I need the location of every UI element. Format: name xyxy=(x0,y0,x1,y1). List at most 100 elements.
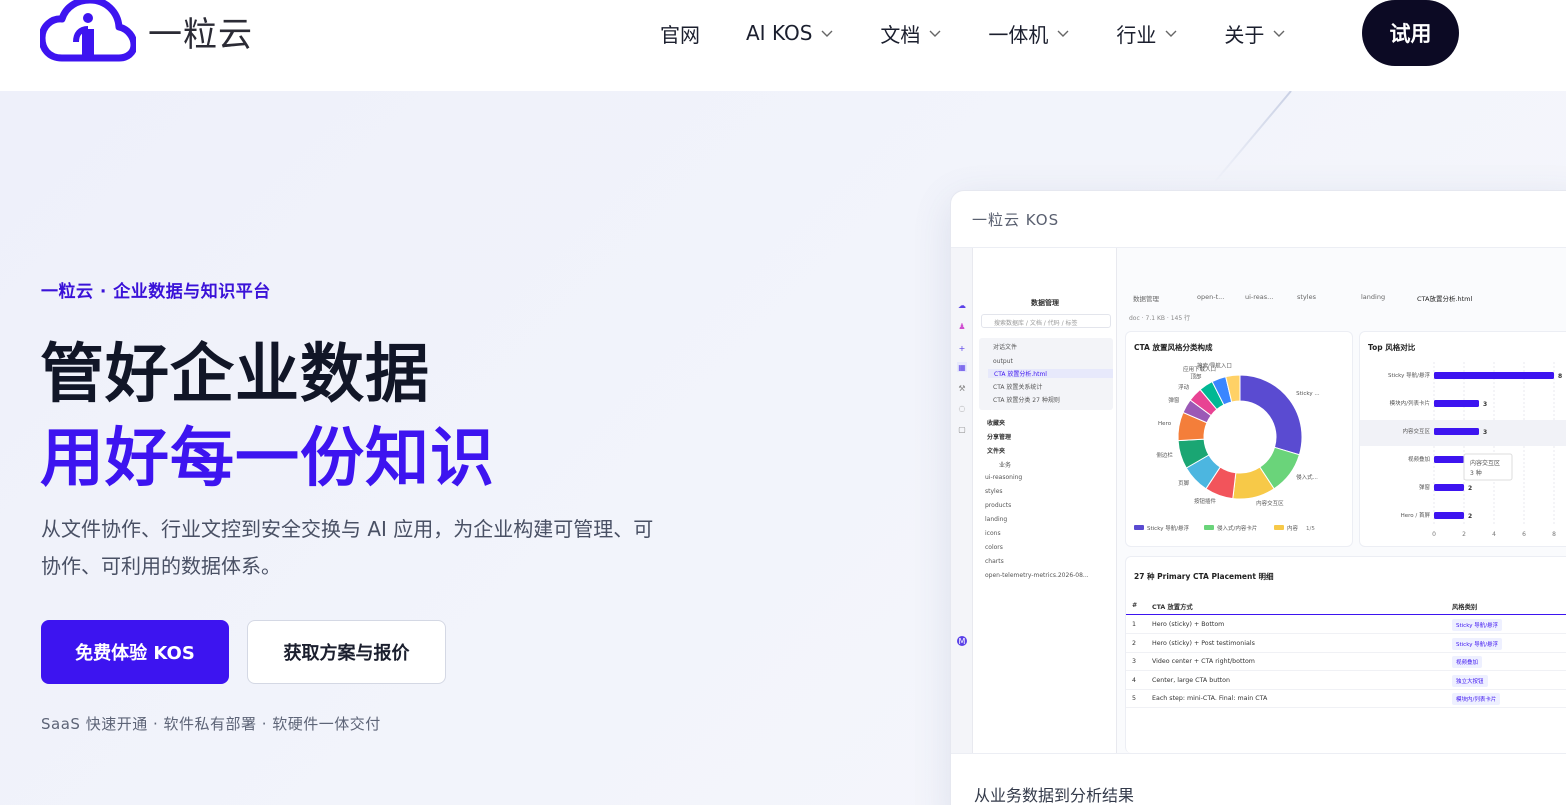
legend-swatch xyxy=(1204,525,1214,530)
tab-1[interactable]: open-t... xyxy=(1197,293,1224,301)
tool-icon[interactable]: ⚒ xyxy=(957,383,967,393)
donut-slice-label: 侧边栏 xyxy=(1156,451,1173,459)
table-cell: Hero (sticky) + Bottom xyxy=(1152,621,1225,628)
bar[interactable] xyxy=(1434,456,1464,463)
bar[interactable] xyxy=(1434,400,1479,407)
nav-item-0[interactable]: 官网 xyxy=(660,19,700,48)
nav-item-label: 文档 xyxy=(880,22,921,47)
get-quote-button[interactable]: 获取方案与报价 xyxy=(247,620,446,684)
table-cell: 1 xyxy=(1132,621,1137,628)
table-header-cell: 风格类别 xyxy=(1452,604,1478,611)
tab-5[interactable]: CTA放置分析.html xyxy=(1417,293,1472,303)
try-button[interactable]: 试用 xyxy=(1362,0,1459,66)
tree-item-selected[interactable]: CTA 放置分析.html xyxy=(988,369,1113,378)
cloud-logo-icon xyxy=(40,0,136,62)
table-cell: Hero (sticky) + Post testimonials xyxy=(1152,639,1255,647)
table-header-cell: # xyxy=(1132,602,1138,609)
folder-item[interactable]: styles xyxy=(985,488,1003,495)
conversation-files-group: 对话文件 output CTA 放置分析.html CTA 放置关系统计 CTA… xyxy=(979,338,1113,410)
donut-slice-label: 弹窗 xyxy=(1168,396,1180,404)
table-header-cell: CTA 放置方式 xyxy=(1152,604,1193,611)
avatar[interactable]: M xyxy=(957,636,967,646)
tree-item[interactable]: CTA 放置关系统计 xyxy=(993,382,1042,391)
chevron-down-icon xyxy=(929,30,941,37)
bar[interactable] xyxy=(1434,484,1464,491)
hero-title-line1: 管好企业数据 xyxy=(40,338,430,412)
tab-4[interactable]: landing xyxy=(1361,293,1385,301)
table-cell: Center, large CTA button xyxy=(1152,676,1230,684)
folder-item[interactable]: 业务 xyxy=(999,460,1011,469)
nav-item-label: 关于 xyxy=(1224,22,1265,47)
nav-item-4[interactable]: 行业 xyxy=(1116,19,1178,48)
group-label: 对话文件 xyxy=(993,344,1018,351)
folder-item[interactable]: colors xyxy=(985,544,1003,551)
folder-item[interactable]: ui-reasoning xyxy=(985,474,1022,481)
folder-item[interactable]: open-telemetry-metrics.2026-08... xyxy=(985,572,1089,579)
hero-section: 一粒云 · 企业数据与知识平台 管好企业数据 用好每一份知识 从文件协作、行业文… xyxy=(0,91,1566,805)
bar[interactable] xyxy=(1434,428,1479,435)
x-tick-label: 8 xyxy=(1552,531,1556,538)
folder-item[interactable]: products xyxy=(985,502,1011,509)
tree-item[interactable]: output xyxy=(993,358,1013,365)
nav-item-3[interactable]: 一体机 xyxy=(988,19,1070,48)
product-preview-card: 一粒云 KOS ☁ ♟ + ▦ ⚒ ◌ ▢ M 数据管理 搜索数据库 / 文档 … xyxy=(950,190,1566,805)
nav-item-1[interactable]: AI KOS xyxy=(746,21,834,45)
tab-3[interactable]: styles xyxy=(1297,293,1316,301)
donut-slice-label: 页脚 xyxy=(1178,479,1190,487)
tooltip-title: 内容交互区 xyxy=(1470,459,1500,467)
tab-2[interactable]: ui-reas... xyxy=(1245,293,1273,301)
favorites-group[interactable]: 收藏夹 xyxy=(987,418,1005,427)
nav-item-5[interactable]: 关于 xyxy=(1224,19,1286,48)
hero-title-line2: 用好每一份知识 xyxy=(40,422,495,496)
bar[interactable] xyxy=(1434,512,1464,519)
table-title: 27 种 Primary CTA Placement 明细 xyxy=(1134,572,1274,581)
donut-chart-card: CTA 放置风格分类构成 Sticky ... 侵入式... 内容交互区 按钮插件 页脚… xyxy=(1125,331,1353,547)
table-cell: 2 xyxy=(1132,639,1137,647)
legend-label: 侵入式/内容卡片 xyxy=(1217,524,1257,532)
hero-eyebrow: 一粒云 · 企业数据与知识平台 xyxy=(41,282,271,302)
donut-slice-label: 按钮插件 xyxy=(1194,497,1217,505)
chevron-down-icon xyxy=(821,30,833,37)
bar-value-label: 3 xyxy=(1483,401,1487,408)
legend-pager[interactable]: 1/5 xyxy=(1306,526,1315,532)
file-info-text: doc · 7.1 KB · 145 行 xyxy=(1129,315,1191,322)
bar-chart-card: Top 风格对比 0 2 4 6 8 Sticky 导航/悬浮 8 模块内/列表卡片 3 内容交互… xyxy=(1359,331,1566,547)
panel-search-input[interactable]: 搜索数据库 / 文档 / 代码 / 标签 xyxy=(981,314,1111,328)
folder-item[interactable]: icons xyxy=(985,530,1001,537)
brand-logo[interactable]: 一粒云 xyxy=(40,0,253,64)
top-navbar: 一粒云 官网 AI KOS 文档 一体机 行业 关于 试用 xyxy=(0,0,1566,91)
y-category-label: 视频叠加 xyxy=(1408,455,1430,463)
donut-chart: Sticky ... 侵入式... 内容交互区 按钮插件 页脚 侧边栏 Hero 弹窗 浮动顶部… xyxy=(1134,361,1320,532)
tab-0[interactable]: 数据管理 xyxy=(1133,293,1159,303)
plus-icon[interactable]: + xyxy=(957,343,967,353)
donut-slice[interactable] xyxy=(1239,374,1303,456)
bar-value-label: 2 xyxy=(1468,485,1472,492)
bar[interactable] xyxy=(1434,372,1554,379)
folder-item[interactable]: landing xyxy=(985,516,1007,523)
style-tag: 独立大按钮 xyxy=(1452,674,1488,687)
nav-item-2[interactable]: 文档 xyxy=(880,19,942,48)
donut-slice-label: Sticky ... xyxy=(1296,391,1320,397)
decorative-line xyxy=(1213,91,1292,184)
user-icon[interactable]: ♟ xyxy=(957,321,967,331)
legend-label: 内容 xyxy=(1287,524,1299,532)
bulb-icon[interactable]: ◌ xyxy=(957,403,967,413)
chat-icon[interactable]: ▢ xyxy=(957,424,967,434)
main-content: 数据管理 open-t... ui-reas... styles landing CTA放… xyxy=(1117,248,1566,753)
share-group[interactable]: 分享管理 xyxy=(987,432,1011,441)
folder-item[interactable]: charts xyxy=(985,558,1004,565)
tree-item[interactable]: CTA 放置分类 27 种规则 xyxy=(993,395,1060,404)
table-row: 1 Hero (sticky) + Bottom Sticky 导航/悬浮 xyxy=(1126,616,1566,634)
hero-description: 从文件协作、行业文控到安全交换与 AI 应用，为企业构建可管理、可协作、可利用的… xyxy=(41,517,654,578)
free-trial-button[interactable]: 免费体验 KOS xyxy=(41,620,229,684)
nav-item-label: AI KOS xyxy=(746,21,813,45)
donut-slice-label: 侵入式... xyxy=(1296,473,1318,481)
table-cell: 3 xyxy=(1132,658,1137,665)
folders-group[interactable]: 文件夹 xyxy=(987,446,1005,455)
table-row: 4 Center, large CTA button 独立大按钮 xyxy=(1126,672,1566,690)
table-row: 3 Video center + CTA right/bottom 视频叠加 xyxy=(1126,653,1566,671)
legend-swatch xyxy=(1134,525,1144,530)
donut-slice-label: 搜索/导航入口 xyxy=(1197,361,1232,369)
grid-icon[interactable]: ▦ xyxy=(957,362,967,372)
panel-title: 数据管理 xyxy=(1031,299,1059,307)
